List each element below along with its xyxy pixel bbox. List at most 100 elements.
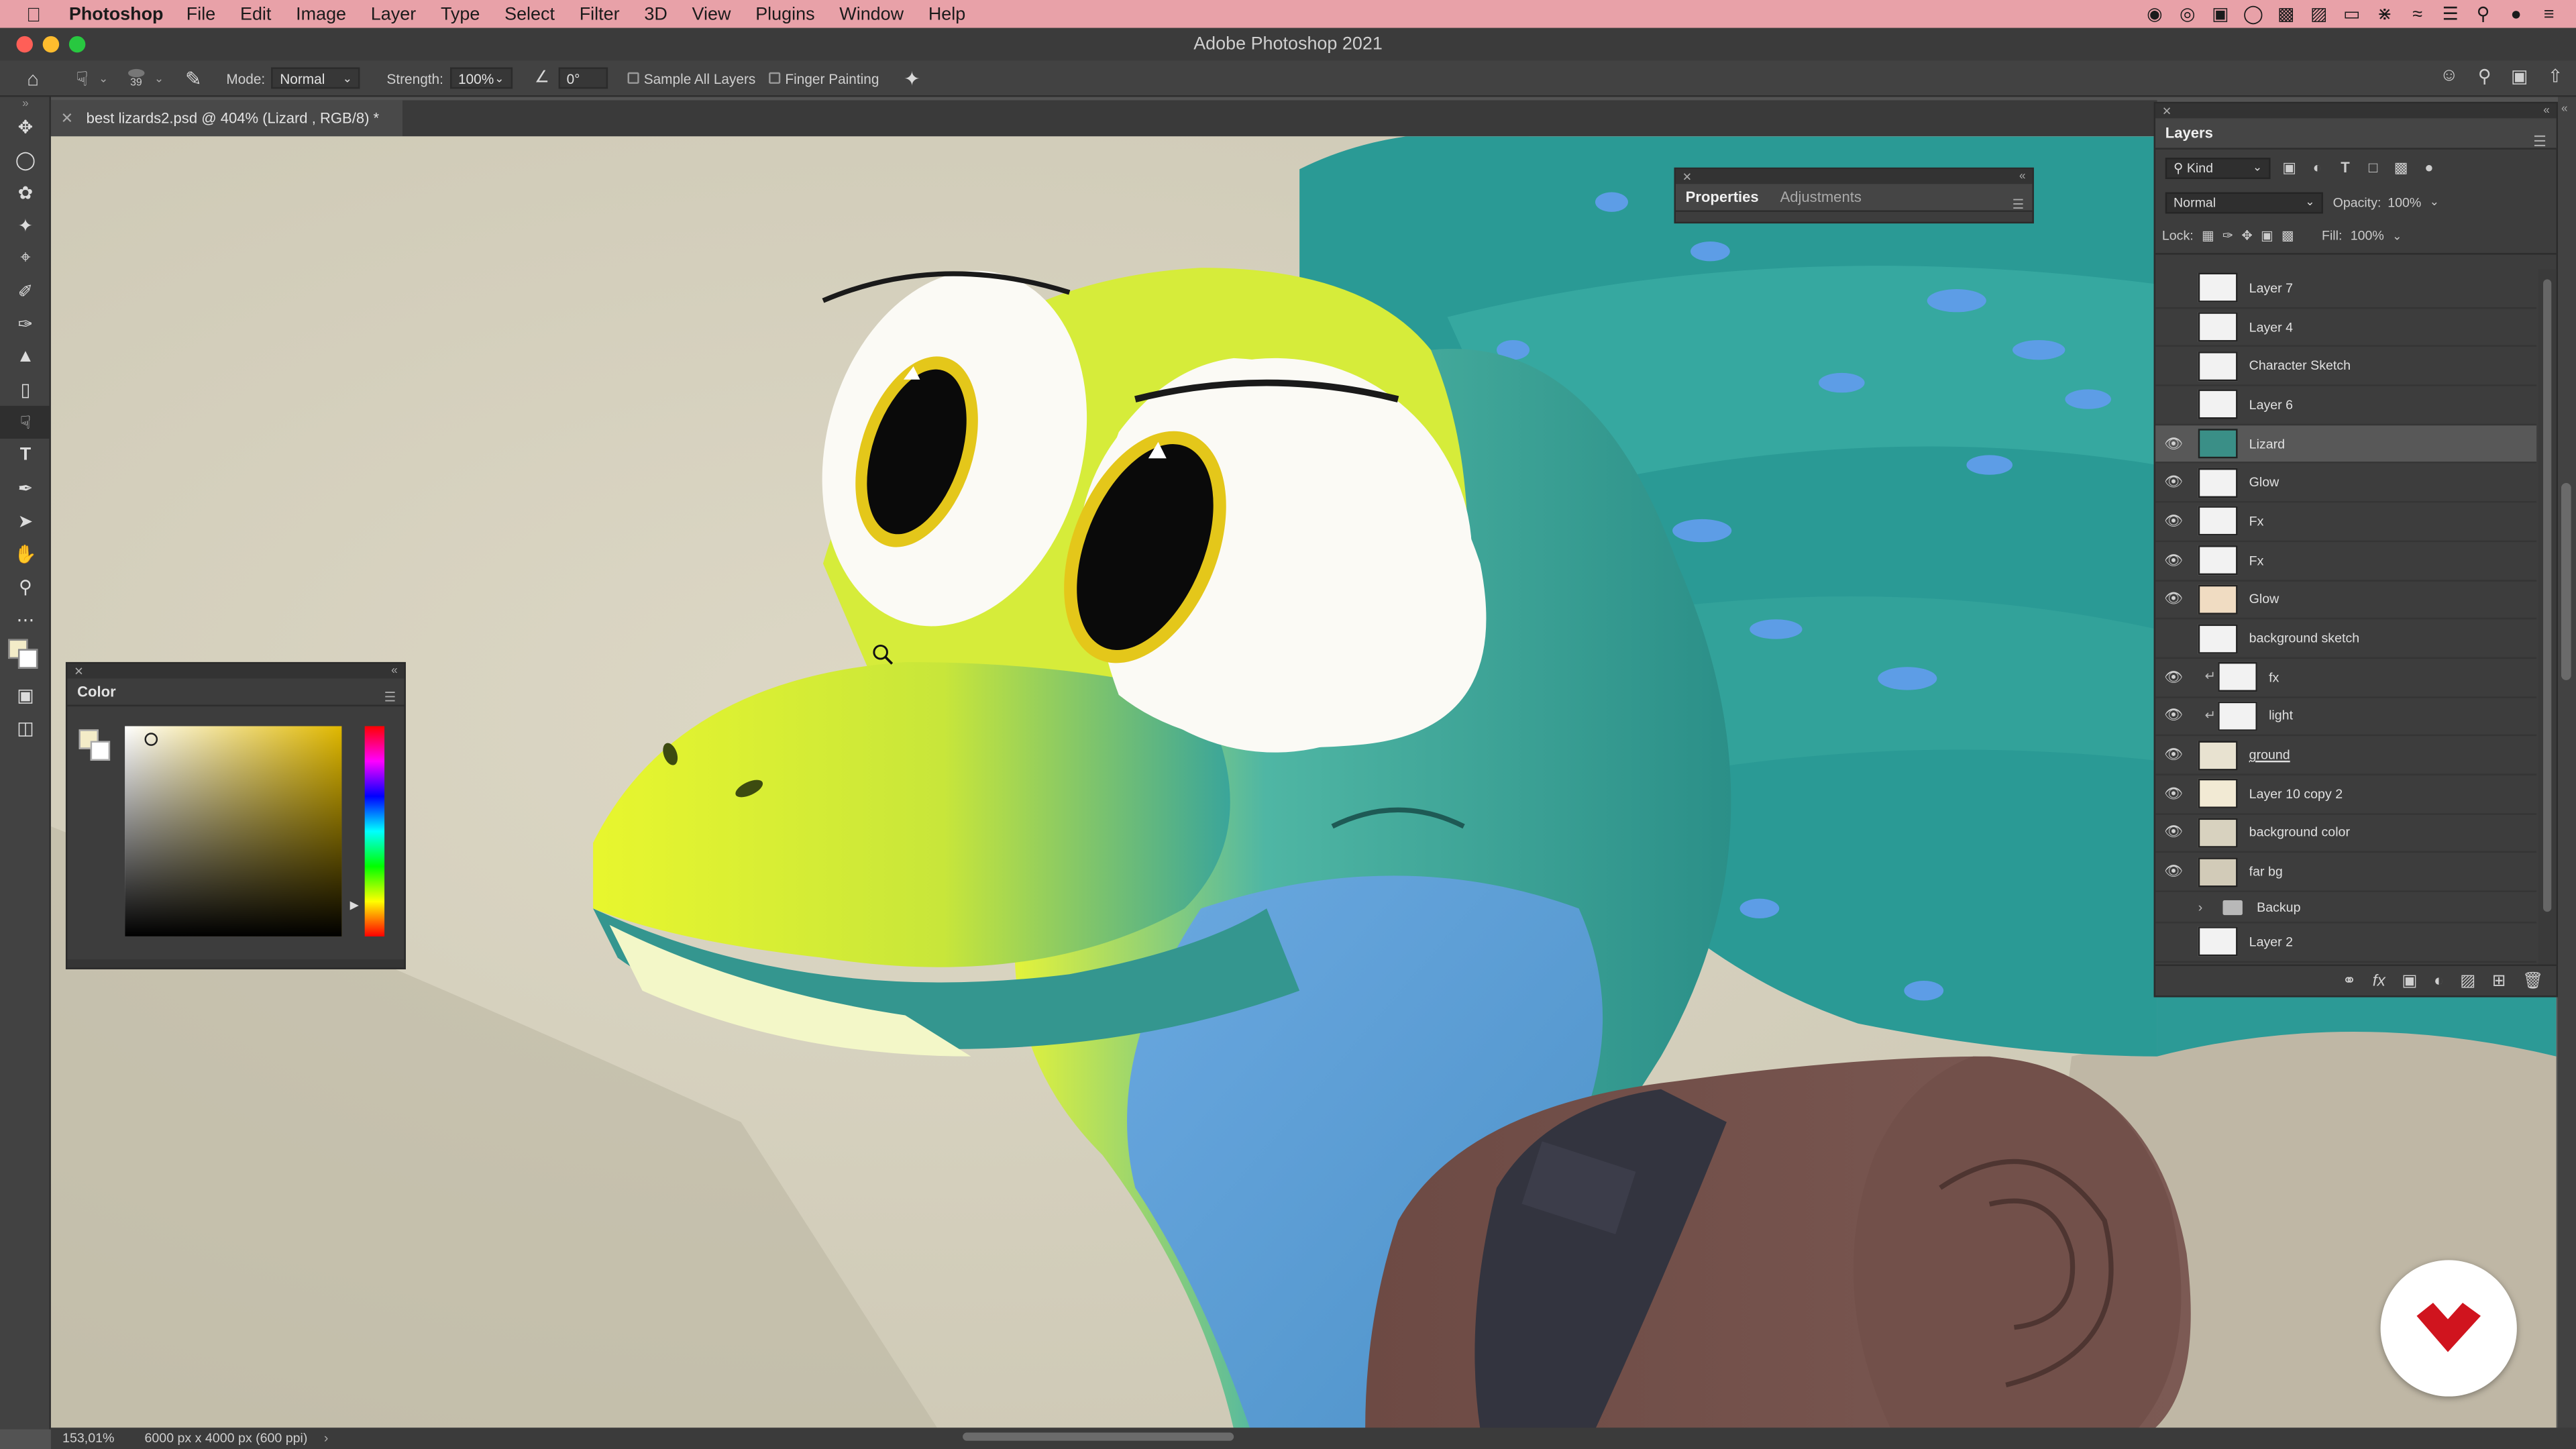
lock-transparency-icon[interactable]: ▦ — [2202, 228, 2214, 243]
lock-all-icon[interactable]: ▩ — [2282, 228, 2294, 243]
menu-filter[interactable]: Filter — [580, 4, 620, 23]
chevron-right-icon[interactable]: › — [324, 1431, 329, 1446]
background-color-swatch[interactable] — [17, 649, 38, 669]
new-layer-icon[interactable]: ⊞ — [2492, 973, 2506, 991]
quick-mask-icon[interactable]: ▣ — [0, 678, 51, 711]
close-tab-icon[interactable]: ✕ — [61, 109, 73, 127]
layers-scrollbar[interactable] — [2538, 269, 2557, 965]
paint-bucket-tool-icon[interactable]: ▲ — [0, 340, 51, 373]
move-tool-icon[interactable]: ✥ — [0, 110, 51, 143]
dock-scrollbar[interactable] — [2561, 483, 2571, 680]
pixel-filter-icon[interactable]: ▣ — [2280, 158, 2298, 176]
eye-icon[interactable]: 👁 — [2155, 474, 2192, 492]
close-panel-icon[interactable]: ✕ — [1682, 170, 1692, 183]
tab-adjustments[interactable]: Adjustments — [1780, 189, 1862, 205]
home-icon[interactable]: ⌂ — [19, 65, 46, 91]
angle-field[interactable]: 0° — [558, 67, 608, 89]
shape-filter-icon[interactable]: □ — [2364, 158, 2382, 176]
smart-object-filter-icon[interactable]: ▩ — [2392, 158, 2410, 176]
more-tools-icon[interactable]: ⋯ — [0, 603, 51, 636]
hue-slider-arrow-icon[interactable]: ▶ — [350, 899, 359, 912]
tray-app-icon[interactable]: ◎ — [2177, 3, 2198, 25]
panel-menu-icon[interactable]: ☰ — [2012, 197, 2025, 212]
layer-group-row[interactable]: › Backup — [2155, 892, 2537, 924]
menu-help[interactable]: Help — [928, 4, 965, 23]
menu-file[interactable]: File — [186, 4, 215, 23]
cloud-user-icon[interactable]: ☺ — [2440, 66, 2459, 87]
zoom-level[interactable]: 153,01% — [51, 1431, 133, 1446]
lock-artboard-icon[interactable]: ▣ — [2261, 228, 2273, 243]
layer-row[interactable]: 👁 Glow — [2155, 581, 2537, 620]
share-icon[interactable]: ⇧ — [2548, 66, 2563, 87]
tray-app-icon[interactable]: ▨ — [2308, 3, 2330, 25]
brush-size-picker[interactable]: 39 — [127, 68, 145, 88]
type-tool-icon[interactable]: T — [0, 439, 51, 472]
panel-menu-icon[interactable]: ☰ — [384, 690, 396, 705]
close-panel-icon[interactable]: ✕ — [74, 665, 83, 678]
layer-row[interactable]: 👁 ↵ fx — [2155, 659, 2537, 698]
workspace-icon[interactable]: ▣ — [2511, 66, 2528, 87]
menu-3d[interactable]: 3D — [644, 4, 667, 23]
horizontal-scrollbar[interactable] — [963, 1432, 1234, 1441]
lasso-tool-icon[interactable]: ✿ — [0, 176, 51, 209]
color-panel-title[interactable]: Color — [77, 684, 116, 700]
layer-row[interactable]: 👁 ↵ light — [2155, 698, 2537, 737]
layer-row[interactable]: Layer 7 — [2155, 270, 2537, 309]
collapse-panel-icon[interactable]: « — [2543, 105, 2550, 117]
layer-row[interactable]: Layer 6 — [2155, 386, 2537, 425]
lock-image-icon[interactable]: ✑ — [2222, 228, 2233, 243]
tray-app-icon[interactable]: ◉ — [2144, 3, 2165, 25]
lock-position-icon[interactable]: ✥ — [2241, 228, 2252, 243]
layer-row[interactable]: 👁 far bg — [2155, 853, 2537, 892]
eye-icon[interactable]: 👁 — [2155, 863, 2192, 881]
collapse-panel-icon[interactable]: « — [2019, 171, 2026, 182]
tray-circle-icon[interactable]: ◯ — [2243, 3, 2264, 25]
smudge-tool-icon[interactable]: ☟ — [69, 65, 95, 91]
eye-icon[interactable]: 👁 — [2155, 785, 2192, 803]
layer-row[interactable]: 👁 Fx — [2155, 503, 2537, 542]
chevron-down-icon[interactable]: ⌄ — [2392, 229, 2402, 242]
layer-row[interactable]: 👁 ground — [2155, 737, 2537, 775]
add-mask-icon[interactable]: ▣ — [2402, 973, 2417, 991]
background-color-swatch[interactable] — [90, 741, 111, 761]
zoom-tool-icon[interactable]: ⚲ — [0, 570, 51, 603]
fx-icon[interactable]: fx — [2373, 973, 2385, 991]
search-icon[interactable]: ⚲ — [2473, 3, 2494, 25]
delete-layer-icon[interactable]: 🗑 — [2522, 973, 2543, 991]
brush-picker-chevron-icon[interactable]: ⌄ — [154, 72, 164, 85]
menu-select[interactable]: Select — [504, 4, 555, 23]
pressure-icon[interactable]: ✦ — [899, 65, 925, 91]
tray-window-icon[interactable]: ▣ — [2210, 3, 2231, 25]
brush-settings-icon[interactable]: ✎ — [180, 65, 207, 91]
eye-icon[interactable]: 👁 — [2155, 746, 2192, 764]
strength-field[interactable]: 100% ⌄ — [449, 67, 513, 89]
collapse-panel-icon[interactable]: « — [391, 665, 398, 677]
marquee-tool-icon[interactable]: ◯ — [0, 143, 51, 176]
adjustment-filter-icon[interactable]: ◐ — [2308, 158, 2326, 176]
menu-image[interactable]: Image — [296, 4, 346, 23]
eye-icon[interactable]: 👁 — [2155, 590, 2192, 608]
saturation-brightness-field[interactable] — [125, 726, 342, 936]
brush-tool-icon[interactable]: ✑ — [0, 307, 51, 340]
menu-type[interactable]: Type — [441, 4, 480, 23]
link-layers-icon[interactable]: ⚭ — [2343, 973, 2357, 991]
layer-row-selected[interactable]: 👁 Lizard — [2155, 425, 2537, 464]
wifi-icon[interactable]: ≈ — [2407, 4, 2428, 23]
eyedropper-tool-icon[interactable]: ✐ — [0, 274, 51, 307]
menu-layer[interactable]: Layer — [371, 4, 416, 23]
layer-row[interactable]: Layer 4 — [2155, 309, 2537, 347]
layer-row[interactable]: 👁 background color — [2155, 814, 2537, 853]
crop-tool-icon[interactable]: ⌖ — [0, 241, 51, 274]
filter-toggle-icon[interactable]: ● — [2420, 158, 2438, 176]
bluetooth-icon[interactable]: ⋇ — [2374, 3, 2396, 25]
search-icon[interactable]: ⚲ — [2478, 66, 2491, 87]
menu-app-name[interactable]: Photoshop — [69, 4, 164, 23]
minimize-window-button[interactable] — [42, 36, 60, 53]
eye-icon[interactable]: 👁 — [2155, 668, 2192, 686]
type-filter-icon[interactable]: T — [2336, 158, 2354, 176]
layer-row[interactable]: 👁 Glow — [2155, 464, 2537, 503]
chevron-down-icon[interactable]: ⌄ — [2430, 195, 2439, 209]
eye-icon[interactable]: 👁 — [2155, 435, 2192, 453]
eye-icon[interactable]: 👁 — [2155, 707, 2192, 725]
tray-app-icon[interactable]: ▩ — [2275, 3, 2297, 25]
